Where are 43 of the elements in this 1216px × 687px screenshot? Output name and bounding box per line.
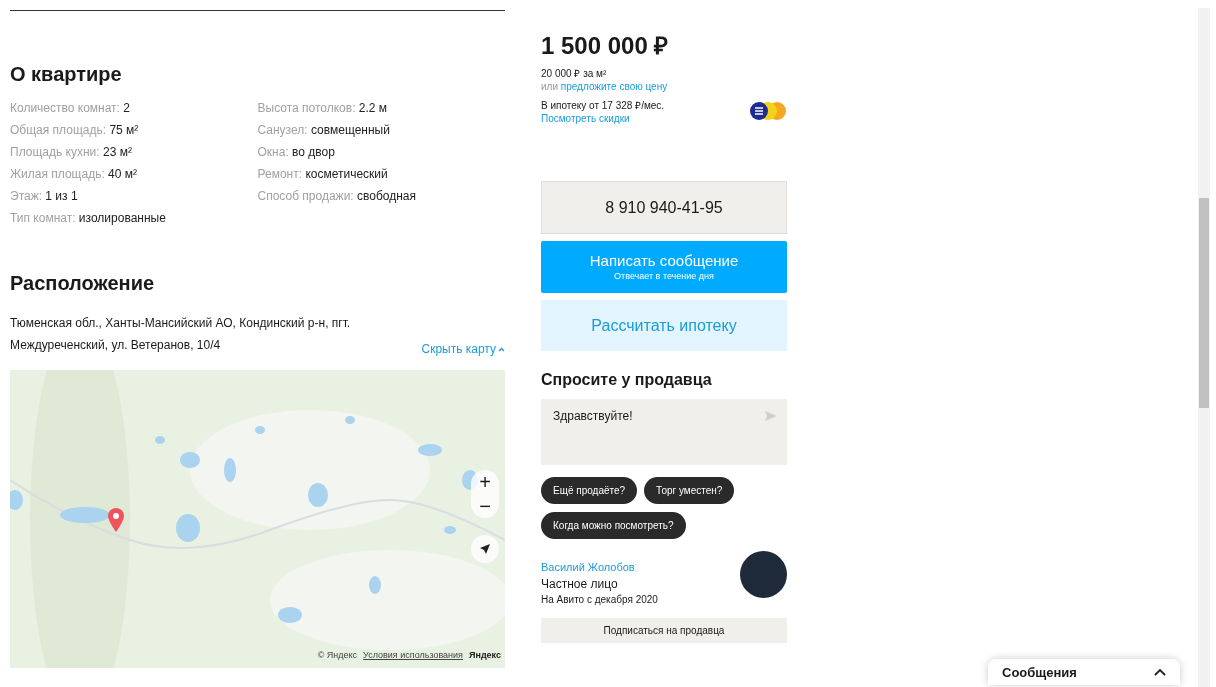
bank-logos-icon (749, 101, 787, 121)
price-per-meter: 20 000 ₽ за м² (541, 67, 608, 80)
map[interactable]: + − © Яндекс Условия использования Яндекс (10, 370, 505, 668)
param-text: Общая площадь: 75 м² (10, 122, 140, 139)
price: 1 500 000 ₽ (541, 31, 670, 61)
param-text: Окна: во двор (257, 144, 336, 161)
zoom-out-button[interactable]: − (471, 494, 499, 518)
param-text: Способ продажи: свободная (257, 188, 417, 205)
map-copyright: © Яндекс (317, 648, 358, 662)
address-text: Тюменская обл., Ханты-Мансийский АО, Кондинский р-н, пгт. Междуреченский, ул. Ветеранов, 10/4 (10, 315, 352, 354)
param-text: Жилая площадь: 40 м² (10, 166, 138, 183)
seller-since: На Авито с декабря 2020 (541, 593, 658, 607)
chevron-up-icon (498, 346, 505, 352)
param-text: Высота потолков: 2.2 м (257, 100, 389, 117)
question-chip[interactable]: Ещё продаёте? (541, 477, 638, 504)
param-text: Тип комнат: изолированные (10, 210, 167, 227)
chevron-up-icon (1154, 668, 1166, 676)
offer-prefix: или (541, 81, 559, 92)
phone-button[interactable]: 8 910 940-41-95 (541, 181, 787, 234)
section-title: Спросите у продавца (541, 370, 713, 390)
message-input[interactable]: Здравствуйте! (541, 399, 787, 465)
widget-title: Сообщения (1002, 664, 1077, 680)
navigation-arrow-icon (479, 543, 491, 555)
section-title: Расположение (10, 271, 156, 296)
param-text: Санузел: совмещенный (257, 122, 391, 139)
zoom-in-button[interactable]: + (471, 470, 499, 494)
messages-widget[interactable]: Сообщения (988, 659, 1180, 685)
param-text: Площадь кухни: 23 м² (10, 144, 133, 161)
seller-avatar (740, 551, 787, 598)
subscribe-button[interactable]: Подписаться на продавца (541, 618, 787, 643)
send-icon (765, 411, 777, 421)
location-pin-icon (107, 507, 125, 533)
param-text: Ремонт: косметический (257, 166, 389, 183)
terms-link[interactable]: Условия использования (363, 648, 463, 662)
section-title: О квартире (10, 62, 123, 87)
seller-type: Частное лицо (541, 576, 619, 593)
question-chip[interactable]: Когда можно посмотреть? (541, 512, 686, 539)
scrollbar[interactable] (1198, 8, 1210, 687)
mortgage-text: В ипотеку от 17 328 ₽/мес. (541, 99, 665, 112)
question-chip[interactable]: Торг уместен? (644, 477, 735, 504)
param-text: Количество комнат: 2 (10, 100, 131, 117)
param-text: Этаж: 1 из 1 (10, 188, 79, 205)
map-logo: Яндекс (469, 648, 501, 662)
